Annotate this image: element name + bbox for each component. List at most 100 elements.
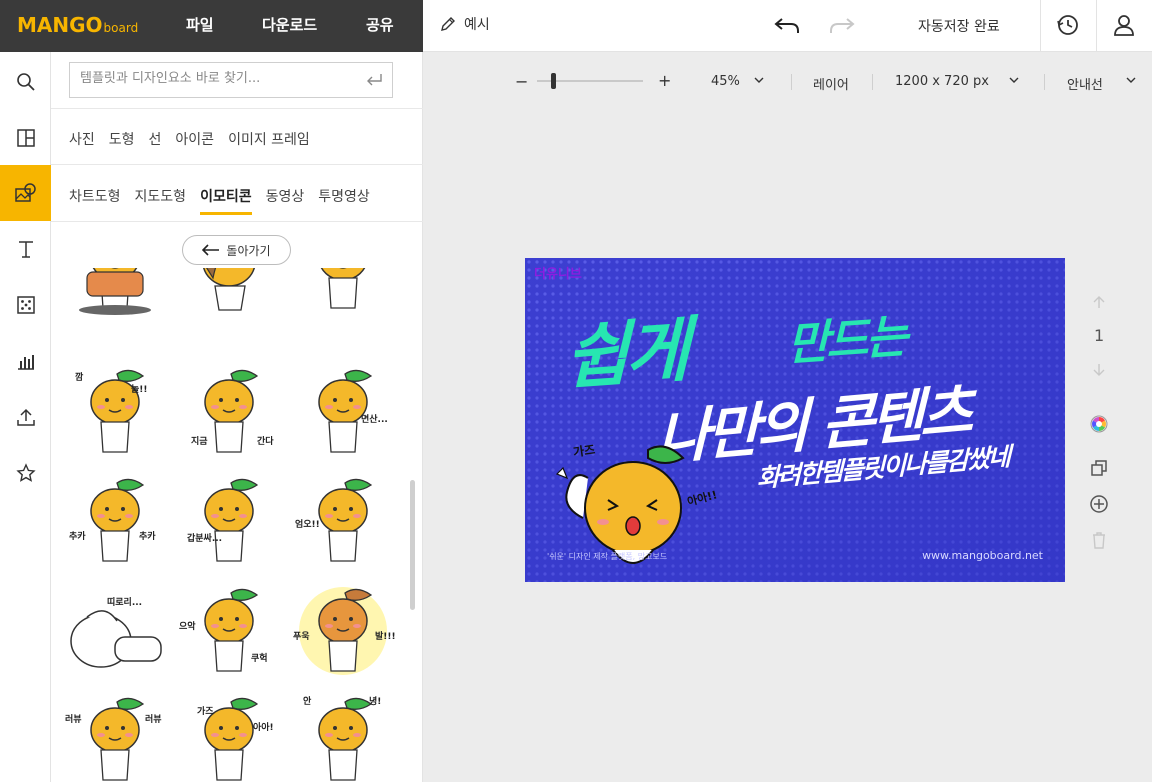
divider	[1044, 74, 1045, 90]
emoticon-caption: 추카	[139, 532, 156, 542]
emoticon-caption: 면산...	[361, 415, 388, 425]
emoticon-illustration	[203, 268, 255, 311]
emoticon-item[interactable]: 녜여녜여	[65, 268, 165, 318]
chevron-down-icon[interactable]	[1126, 76, 1136, 84]
emoticon-caption: 쿠헉	[251, 654, 268, 664]
tab-emoticon[interactable]: 이모티콘	[200, 186, 252, 215]
emoticon-caption: 갑분싸...	[187, 534, 223, 544]
rail-favorite[interactable]	[0, 445, 51, 501]
emoticon-item[interactable]	[179, 268, 279, 318]
chevron-down-icon[interactable]	[1089, 361, 1109, 381]
emoticon-item[interactable]: 갑분싸...	[179, 471, 279, 571]
emoticon-illustration	[204, 478, 259, 562]
emoticon-item[interactable]: 쿵!	[293, 268, 393, 318]
undo-icon[interactable]	[773, 12, 801, 38]
back-button-label: 돌아가기	[226, 243, 271, 258]
tab-icon[interactable]: 아이콘	[175, 129, 214, 157]
emoticon-caption: 놀!!	[131, 385, 148, 395]
search-icon	[16, 73, 35, 91]
emoticon-item[interactable]: 엄오!!	[293, 471, 393, 571]
divider	[51, 108, 423, 109]
chevron-down-icon[interactable]	[754, 76, 764, 84]
chevron-up-icon[interactable]	[1089, 291, 1109, 311]
design-url: www.mangoboard.net	[922, 549, 1043, 562]
menu-download[interactable]: 다운로드	[262, 14, 317, 35]
emoticon-illustration	[320, 268, 366, 309]
emoticon-caption: 띠로리...	[107, 598, 143, 608]
emoticon-item[interactable]: 깜 놀!!	[65, 362, 165, 462]
user-icon[interactable]	[1111, 12, 1137, 38]
divider	[1096, 0, 1097, 52]
emoticon-item[interactable]: 추카 추카	[65, 471, 165, 571]
color-palette-icon[interactable]	[1089, 414, 1109, 434]
rail-text[interactable]	[0, 221, 51, 277]
zoom-out-button[interactable]: −	[515, 72, 528, 91]
character-caption-1: 가즈	[572, 442, 597, 460]
emoticon-caption: 안	[303, 697, 312, 707]
emoticon-illustration	[204, 369, 259, 453]
tab-chart-shape[interactable]: 차트도형	[69, 186, 121, 214]
zoom-slider-handle[interactable]	[551, 73, 556, 89]
logo-main: MANGO	[17, 13, 103, 37]
emoticon-item[interactable]: 안 녕!	[293, 690, 393, 782]
dice-icon	[16, 296, 35, 314]
redo-icon[interactable]	[828, 12, 856, 38]
emoticon-item[interactable]: 으악쿠헉	[179, 581, 279, 681]
emoticon-item[interactable]: 면산...	[293, 362, 393, 462]
emoticon-caption: 푸욱	[293, 632, 310, 642]
divider	[51, 164, 423, 165]
design-canvas[interactable]: 더유니브 쉽게 만드는 나만의 콘텐츠 화려한템플릿이나를감쌌네 가즈 아아!!…	[525, 258, 1065, 582]
trash-icon[interactable]	[1089, 530, 1109, 550]
guide-button[interactable]: 안내선	[1067, 74, 1103, 93]
category-row-1: 사진 도형 선 아이콘 이미지 프레임	[69, 129, 310, 157]
emoticon-caption: 으악	[179, 622, 196, 632]
panel-scrollbar[interactable]	[410, 480, 415, 610]
copy-page-icon[interactable]	[1089, 458, 1109, 478]
tab-photo[interactable]: 사진	[69, 129, 95, 157]
logo-sub: board	[103, 21, 139, 35]
emoticon-item[interactable]: 푸욱 발!!!	[293, 581, 395, 681]
emoticon-illustration	[204, 697, 259, 781]
history-icon[interactable]	[1055, 12, 1081, 38]
doc-title-area[interactable]: 예시	[440, 14, 490, 34]
emoticon-item[interactable]: 지금 간다	[179, 362, 279, 462]
tab-image-frame[interactable]: 이미지 프레임	[228, 129, 310, 157]
enter-icon[interactable]	[366, 72, 384, 88]
back-button[interactable]: 돌아가기	[182, 235, 291, 265]
divider	[872, 74, 873, 90]
rail-search[interactable]	[0, 54, 51, 110]
emoticon-item[interactable]: 러뷰 러뷰	[65, 690, 165, 782]
search-input[interactable]	[80, 71, 350, 86]
emoticon-illustration	[90, 478, 145, 562]
template-icon	[16, 129, 35, 147]
layer-button[interactable]: 레이어	[813, 74, 849, 93]
tab-shape[interactable]: 도형	[109, 129, 135, 157]
tab-video[interactable]: 동영상	[266, 186, 305, 214]
emoticon-grid: 녜여녜여 쿵! 깜놀!! 지금 간다 면산... 추카 추카 갑분싸... 엄오!! 띠로리... 으…	[65, 268, 395, 782]
tab-map-shape[interactable]: 지도도형	[135, 186, 187, 214]
zoom-value[interactable]: 45%	[711, 74, 740, 89]
menu-share[interactable]: 공유	[366, 14, 394, 35]
emoticon-caption: 아아!	[253, 723, 274, 733]
menu-file[interactable]: 파일	[186, 14, 214, 35]
emoticon-item[interactable]: 띠로리...	[65, 581, 165, 681]
rail-template[interactable]	[0, 110, 51, 166]
tab-line[interactable]: 선	[149, 129, 162, 157]
emoticon-caption: 엄오!!	[295, 520, 320, 530]
emoticon-item[interactable]: 가즈 아아!	[179, 690, 279, 782]
tool-rail	[0, 52, 51, 782]
emoticon-caption: 녕!	[369, 697, 382, 707]
divider	[1040, 0, 1041, 52]
logo[interactable]: MANGO board	[17, 13, 138, 37]
divider	[51, 221, 423, 222]
emoticon-illustration	[90, 697, 145, 781]
rail-pattern[interactable]	[0, 277, 51, 333]
rail-chart[interactable]	[0, 333, 51, 389]
rail-upload[interactable]	[0, 389, 51, 445]
tab-transparent-video[interactable]: 투명영상	[318, 186, 370, 214]
canvas-size[interactable]: 1200 x 720 px	[895, 74, 989, 89]
zoom-in-button[interactable]: +	[658, 71, 671, 90]
add-page-icon[interactable]	[1089, 494, 1109, 514]
chevron-down-icon[interactable]	[1009, 76, 1019, 84]
rail-elements[interactable]	[0, 165, 51, 221]
